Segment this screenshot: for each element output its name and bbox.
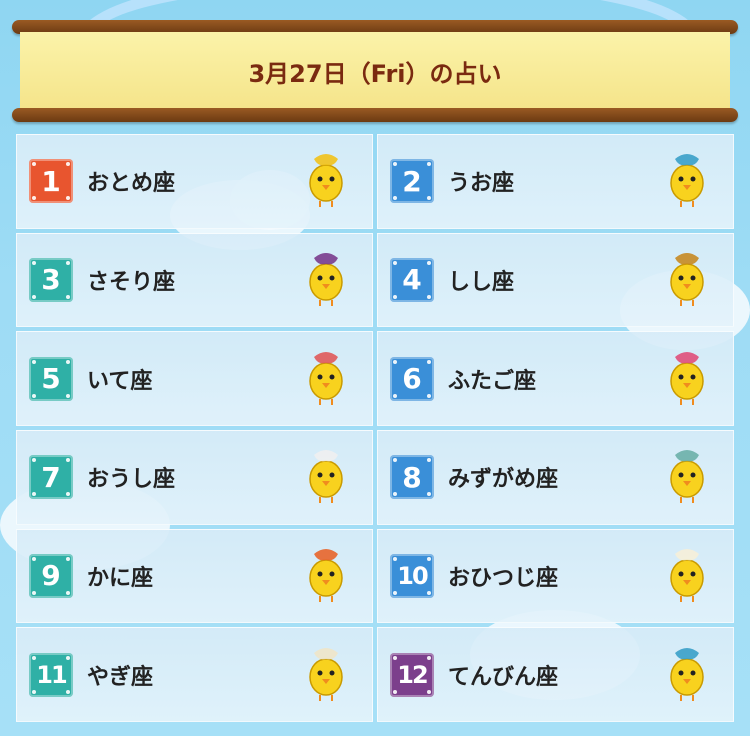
rank-number: 6 bbox=[402, 362, 422, 396]
rank-badge: 9 bbox=[29, 553, 73, 598]
libra-chick-icon bbox=[670, 647, 704, 701]
rank-badge: 11 bbox=[29, 652, 73, 697]
virgo-chick-icon bbox=[309, 154, 343, 208]
zodiac-sign-name: てんびん座 bbox=[448, 664, 559, 690]
rank-number: 11 bbox=[36, 660, 67, 689]
ranking-item[interactable]: 2 うお座 bbox=[377, 134, 734, 229]
rank-number: 7 bbox=[41, 460, 61, 494]
scorpio-chick-icon bbox=[309, 252, 343, 306]
ranking-item[interactable]: 7 おうし座 bbox=[16, 429, 373, 525]
zodiac-sign-name: しし座 bbox=[448, 269, 515, 295]
rank-badge: 5 bbox=[29, 356, 73, 401]
pisces-chick-icon bbox=[655, 147, 719, 215]
rank-number: 3 bbox=[41, 263, 61, 297]
ranking-item[interactable]: 9 かに座 bbox=[16, 528, 373, 624]
rank-badge: 7 bbox=[29, 455, 73, 500]
capricorn-chick-icon bbox=[294, 641, 358, 709]
leo-chick-icon bbox=[670, 252, 704, 306]
rank-badge: 10 bbox=[390, 553, 434, 598]
rank-number: 8 bbox=[402, 460, 422, 494]
page-title: 3月27日（Fri）の占い bbox=[248, 59, 502, 88]
zodiac-sign-name: かに座 bbox=[87, 565, 154, 591]
rank-number: 9 bbox=[41, 559, 61, 593]
libra-chick-icon bbox=[655, 641, 719, 709]
rank-badge: 3 bbox=[29, 257, 73, 302]
ranking-item[interactable]: 1 おとめ座 bbox=[16, 134, 373, 229]
cancer-chick-icon bbox=[309, 548, 343, 602]
ranking-item[interactable]: 11 やぎ座 bbox=[16, 627, 373, 722]
ranking-item[interactable]: 10 おひつじ座 bbox=[377, 528, 734, 624]
cancer-chick-icon bbox=[294, 542, 358, 610]
rank-number: 1 bbox=[41, 164, 61, 198]
ranking-item[interactable]: 12 てんびん座 bbox=[377, 627, 734, 722]
rank-number: 4 bbox=[402, 263, 422, 297]
ranking-item[interactable]: 5 いて座 bbox=[16, 331, 373, 426]
taurus-chick-icon bbox=[309, 450, 343, 504]
gemini-chick-icon bbox=[655, 345, 719, 413]
aries-chick-icon bbox=[670, 548, 704, 602]
horoscope-ranking-grid: 1 おとめ座 2 うお座 3 さそり座 4 しし座 5 いて座 6 ふたご座 7… bbox=[16, 134, 734, 722]
aquarius-chick-icon bbox=[670, 450, 704, 504]
virgo-chick-icon bbox=[294, 147, 358, 215]
banner-bottom-rail bbox=[12, 108, 738, 122]
aries-chick-icon bbox=[655, 542, 719, 610]
date-banner: 3月27日（Fri）の占い bbox=[20, 32, 730, 110]
zodiac-sign-name: みずがめ座 bbox=[448, 467, 559, 493]
aquarius-chick-icon bbox=[655, 443, 719, 511]
zodiac-sign-name: おひつじ座 bbox=[448, 565, 559, 591]
zodiac-sign-name: おとめ座 bbox=[87, 171, 176, 197]
rank-number: 10 bbox=[397, 561, 428, 590]
zodiac-sign-name: ふたご座 bbox=[448, 368, 537, 394]
rank-number: 5 bbox=[41, 362, 61, 396]
capricorn-chick-icon bbox=[309, 647, 343, 701]
sagittarius-chick-icon bbox=[294, 345, 358, 413]
rank-number: 12 bbox=[397, 660, 428, 689]
rank-badge: 2 bbox=[390, 159, 434, 204]
leo-chick-icon bbox=[655, 246, 719, 314]
rank-badge: 6 bbox=[390, 356, 434, 401]
taurus-chick-icon bbox=[294, 443, 358, 511]
zodiac-sign-name: おうし座 bbox=[87, 467, 176, 493]
zodiac-sign-name: やぎ座 bbox=[87, 664, 154, 690]
sagittarius-chick-icon bbox=[309, 351, 343, 405]
ranking-item[interactable]: 8 みずがめ座 bbox=[377, 429, 734, 525]
zodiac-sign-name: うお座 bbox=[448, 171, 515, 197]
ranking-item[interactable]: 6 ふたご座 bbox=[377, 331, 734, 426]
rank-badge: 12 bbox=[390, 652, 434, 697]
zodiac-sign-name: さそり座 bbox=[87, 269, 176, 295]
rank-badge: 4 bbox=[390, 257, 434, 302]
rank-number: 2 bbox=[402, 164, 422, 198]
ranking-item[interactable]: 3 さそり座 bbox=[16, 232, 373, 328]
gemini-chick-icon bbox=[670, 351, 704, 405]
ranking-item[interactable]: 4 しし座 bbox=[377, 232, 734, 328]
pisces-chick-icon bbox=[670, 154, 704, 208]
rank-badge: 1 bbox=[29, 159, 73, 204]
zodiac-sign-name: いて座 bbox=[87, 368, 153, 394]
scorpio-chick-icon bbox=[294, 246, 358, 314]
rank-badge: 8 bbox=[390, 455, 434, 500]
